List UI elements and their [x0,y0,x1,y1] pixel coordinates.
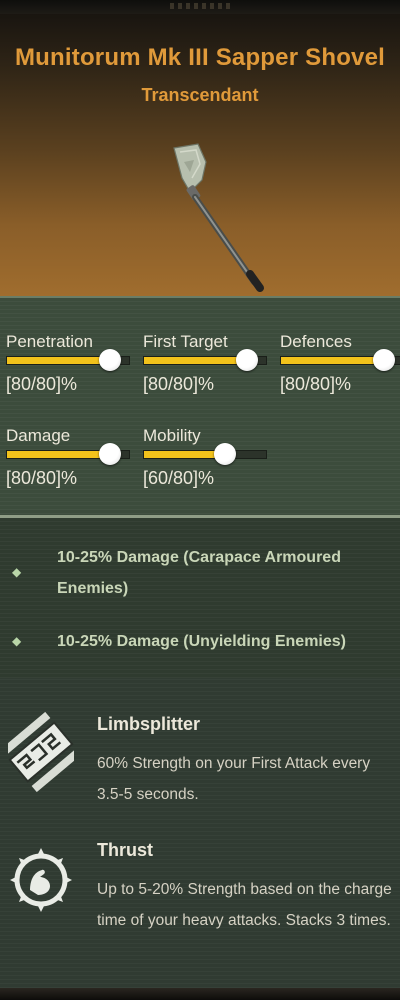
stat-slider-knob[interactable] [373,349,395,371]
stat-bar-fill [7,451,110,458]
diamond-bullet-icon: ◆ [12,565,22,579]
stat-bar [6,349,130,371]
stat-value: [80/80]% [6,468,78,488]
top-frame [0,0,400,15]
stat-slider-knob[interactable] [214,443,236,465]
modifiers-panel: ◆ 10-25% Damage (Carapace Armoured Enemi… [0,518,400,678]
frame-ornament [170,3,230,9]
stat-slider-knob[interactable] [236,349,258,371]
stat-bar [143,349,267,371]
perk-name: Limbsplitter [97,714,201,734]
diamond-bullet-icon: ◆ [12,634,22,648]
stat-label: Mobility [143,426,201,445]
flexed-arm-emblem-icon [10,848,72,912]
sapper-shovel-icon [173,143,264,292]
bottom-frame [0,988,400,1000]
stat-bar [6,443,130,465]
stat-label: Defences [280,332,352,351]
stat-label: First Target [143,332,228,351]
stat-defences: Defences [80/80]% [280,332,400,394]
stat-bar [280,349,400,371]
stat-bar [143,443,267,465]
stats-panel: Penetration [80/80]% First Target [80/80… [0,296,400,518]
stat-slider-knob[interactable] [99,349,121,371]
limbsplitter-blade-icon [8,712,74,792]
stat-first-target: First Target [80/80]% [143,332,267,394]
stat-bar-fill [7,357,110,364]
perk-description: 60% Strength on your First Attack every … [97,755,371,803]
stat-slider-knob[interactable] [99,443,121,465]
perk-name: Thrust [97,840,153,860]
stat-value: [80/80]% [280,374,352,394]
modifier-text: 10-25% Damage (Unyielding Enemies) [57,633,346,650]
item-rarity: Transcendant [141,85,259,105]
stat-label: Damage [6,426,71,445]
stat-bar-fill [144,451,225,458]
item-header: Munitorum Mk III Sapper Shovel Transcend… [0,14,400,296]
item-title: Munitorum Mk III Sapper Shovel [14,44,386,71]
stat-damage: Damage [80/80]% [6,426,130,488]
stat-value: [80/80]% [6,374,78,394]
perk-description: Up to 5-20% Strength based on the charge… [97,881,392,929]
stat-value: [80/80]% [143,374,215,394]
stat-label: Penetration [6,332,93,351]
stat-bar-fill [281,357,384,364]
stat-bar-fill [144,357,247,364]
modifier-text: 10-25% Damage (Carapace Armoured Enemies… [57,549,341,597]
stat-value: [60/80]% [143,468,215,488]
stat-mobility: Mobility [60/80]% [143,426,267,488]
stat-penetration: Penetration [80/80]% [6,332,130,394]
perks-panel: Limbsplitter 60% Strength on your First … [0,678,400,988]
